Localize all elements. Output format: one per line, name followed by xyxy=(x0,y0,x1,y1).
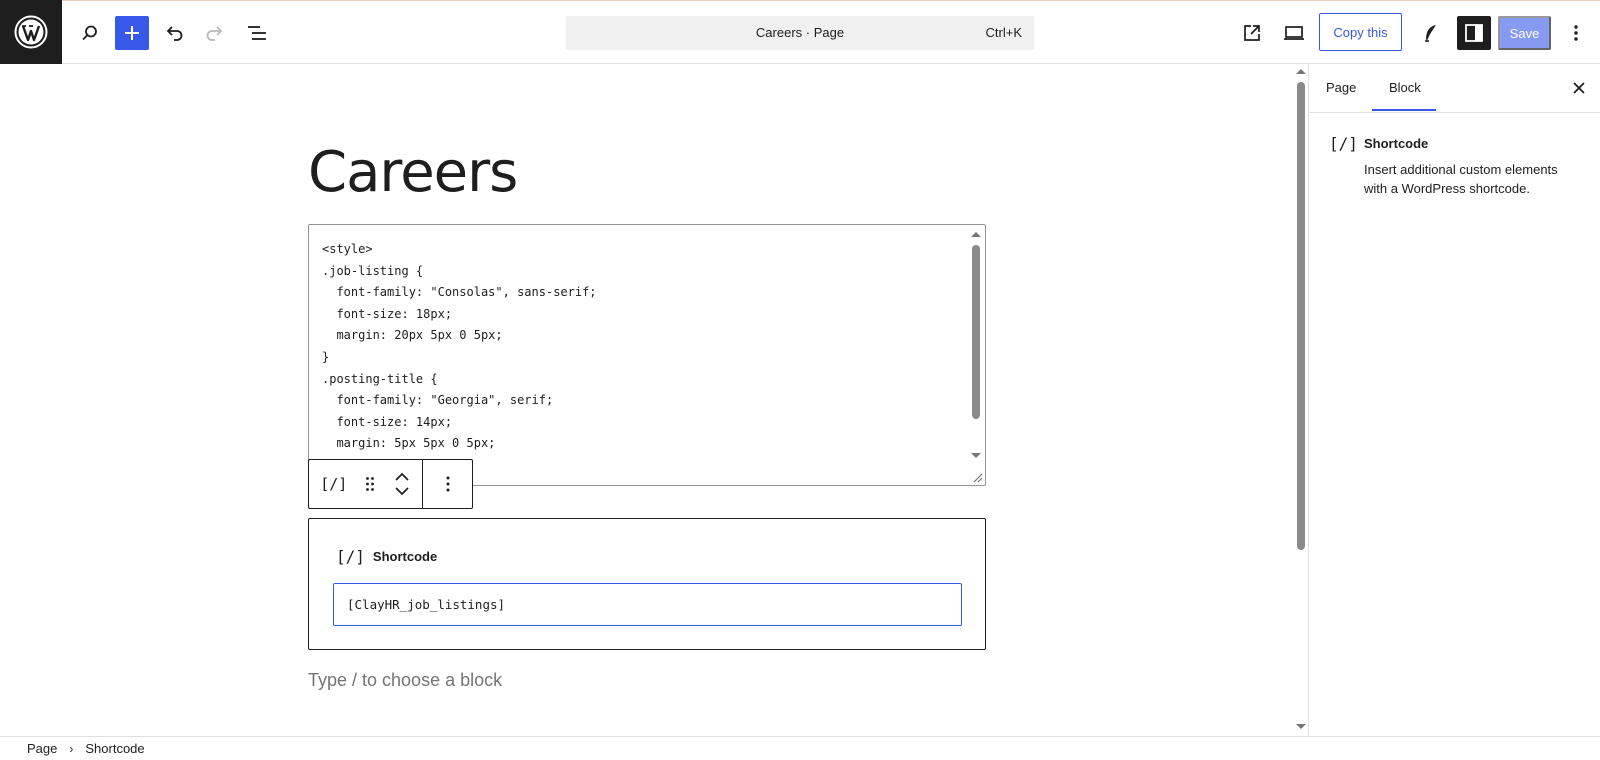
close-icon xyxy=(1573,82,1585,94)
options-icon xyxy=(1574,25,1578,41)
move-down-chevron-icon[interactable] xyxy=(395,487,409,495)
move-block-controls xyxy=(382,460,422,508)
wordpress-logo-icon xyxy=(14,15,48,49)
shortcode-icon: [/] xyxy=(336,547,365,566)
settings-sidebar: Page Block [/] Shortcode Insert addition… xyxy=(1308,64,1600,736)
command-shortcut: Ctrl+K xyxy=(985,25,1022,40)
breadcrumb-item-page[interactable]: Page xyxy=(27,741,57,756)
canvas-scroll-thumb[interactable] xyxy=(1297,82,1305,550)
block-breadcrumb: Page › Shortcode xyxy=(0,736,1600,760)
page-title[interactable]: Careers xyxy=(308,140,518,205)
block-toolbar-group: [/] xyxy=(309,460,423,508)
move-up-chevron-icon[interactable] xyxy=(395,473,409,481)
resize-grip-icon[interactable] xyxy=(972,472,983,483)
options-button[interactable] xyxy=(1559,16,1593,50)
code-line: <style> xyxy=(322,242,373,256)
editor-canvas[interactable]: Careers <style> .job-listing { font-famil… xyxy=(0,64,1296,736)
block-toolbar: [/] xyxy=(308,459,473,509)
add-block-icon xyxy=(125,26,139,40)
breadcrumb-separator-icon: › xyxy=(69,741,74,756)
document-overview-icon xyxy=(248,26,266,40)
empty-block-placeholder[interactable]: Type / to choose a block xyxy=(308,670,502,691)
view-page-icon xyxy=(1244,25,1260,41)
copy-this-button[interactable]: Copy this xyxy=(1319,13,1402,51)
code-line: } xyxy=(322,349,330,364)
code-content: <style> .job-listing { font-family: "Cons… xyxy=(322,239,597,455)
editor-header: Careers · Page Ctrl+K Copy this Save xyxy=(0,0,1600,64)
preview-device-button[interactable] xyxy=(1277,16,1311,50)
preview-device-icon xyxy=(1284,26,1304,40)
block-type-button[interactable]: [/] xyxy=(309,460,359,508)
canvas-scrollbar[interactable] xyxy=(1294,64,1308,736)
undo-icon xyxy=(166,26,183,41)
block-options-icon xyxy=(446,476,449,492)
block-card-title: Shortcode xyxy=(1364,136,1429,151)
settings-panel-toggle[interactable] xyxy=(1457,16,1491,50)
breadcrumb-item-shortcode[interactable]: Shortcode xyxy=(85,741,144,756)
code-line: font-size: 18px; xyxy=(322,306,453,321)
code-line: margin: 20px 5px 0 5px; xyxy=(322,328,503,343)
code-line: .posting-title { xyxy=(322,371,438,386)
settings-panel-icon xyxy=(1465,24,1483,42)
block-card-description: Insert additional custom elements with a… xyxy=(1364,162,1558,196)
header-accent-line xyxy=(0,0,1600,1)
add-block-button[interactable] xyxy=(115,16,149,50)
scroll-down-arrow-icon xyxy=(971,453,981,458)
code-line: .job-listing { xyxy=(322,263,424,278)
active-tab-indicator xyxy=(1372,109,1436,111)
redo-button[interactable] xyxy=(198,16,232,50)
scroll-up-arrow-icon xyxy=(971,232,981,237)
sidebar-tabs: Page Block xyxy=(1309,64,1600,113)
view-page-button[interactable] xyxy=(1235,16,1269,50)
canvas-scroll-up-icon xyxy=(1296,69,1306,74)
wordpress-logo-button[interactable] xyxy=(0,0,62,64)
tab-page[interactable]: Page xyxy=(1326,80,1356,95)
style-button[interactable] xyxy=(1414,16,1448,50)
custom-html-textarea[interactable]: <style> .job-listing { font-family: "Cons… xyxy=(308,224,986,486)
document-overview-button[interactable] xyxy=(240,16,274,50)
undo-button[interactable] xyxy=(157,16,191,50)
textarea-scroll-thumb[interactable] xyxy=(972,245,980,419)
textarea-scrollbar[interactable] xyxy=(969,229,983,469)
close-sidebar-button[interactable] xyxy=(1569,78,1589,98)
shortcode-label-text: Shortcode xyxy=(372,549,438,564)
shortcode-input[interactable]: [ClayHR_job_listings] xyxy=(333,583,962,626)
block-options-button[interactable] xyxy=(423,460,472,508)
save-button[interactable]: Save xyxy=(1498,16,1551,50)
drag-handle[interactable] xyxy=(359,460,383,508)
shortcode-block-label: [/] Shortcode xyxy=(336,547,437,566)
search-button[interactable] xyxy=(73,16,107,50)
shortcode-block[interactable]: [/] Shortcode [ClayHR_job_listings] xyxy=(308,518,986,650)
command-palette-bar[interactable]: Careers · Page Ctrl+K xyxy=(566,16,1034,50)
code-line: font-family: "Georgia", serif; xyxy=(322,393,554,408)
search-icon xyxy=(82,25,97,41)
block-card-icon: [/] xyxy=(1329,134,1358,153)
redo-icon xyxy=(206,26,223,41)
canvas-scroll-down-icon xyxy=(1296,724,1306,729)
code-line: font-family: "Consolas", sans-serif; xyxy=(322,285,597,300)
drag-handle-icon xyxy=(366,477,375,491)
style-icon xyxy=(1425,25,1436,42)
code-line: font-size: 14px; xyxy=(322,414,453,429)
document-title: Careers · Page xyxy=(755,25,845,40)
tab-block[interactable]: Block xyxy=(1389,80,1421,95)
code-line: margin: 5px 5px 0 5px; xyxy=(322,436,496,451)
